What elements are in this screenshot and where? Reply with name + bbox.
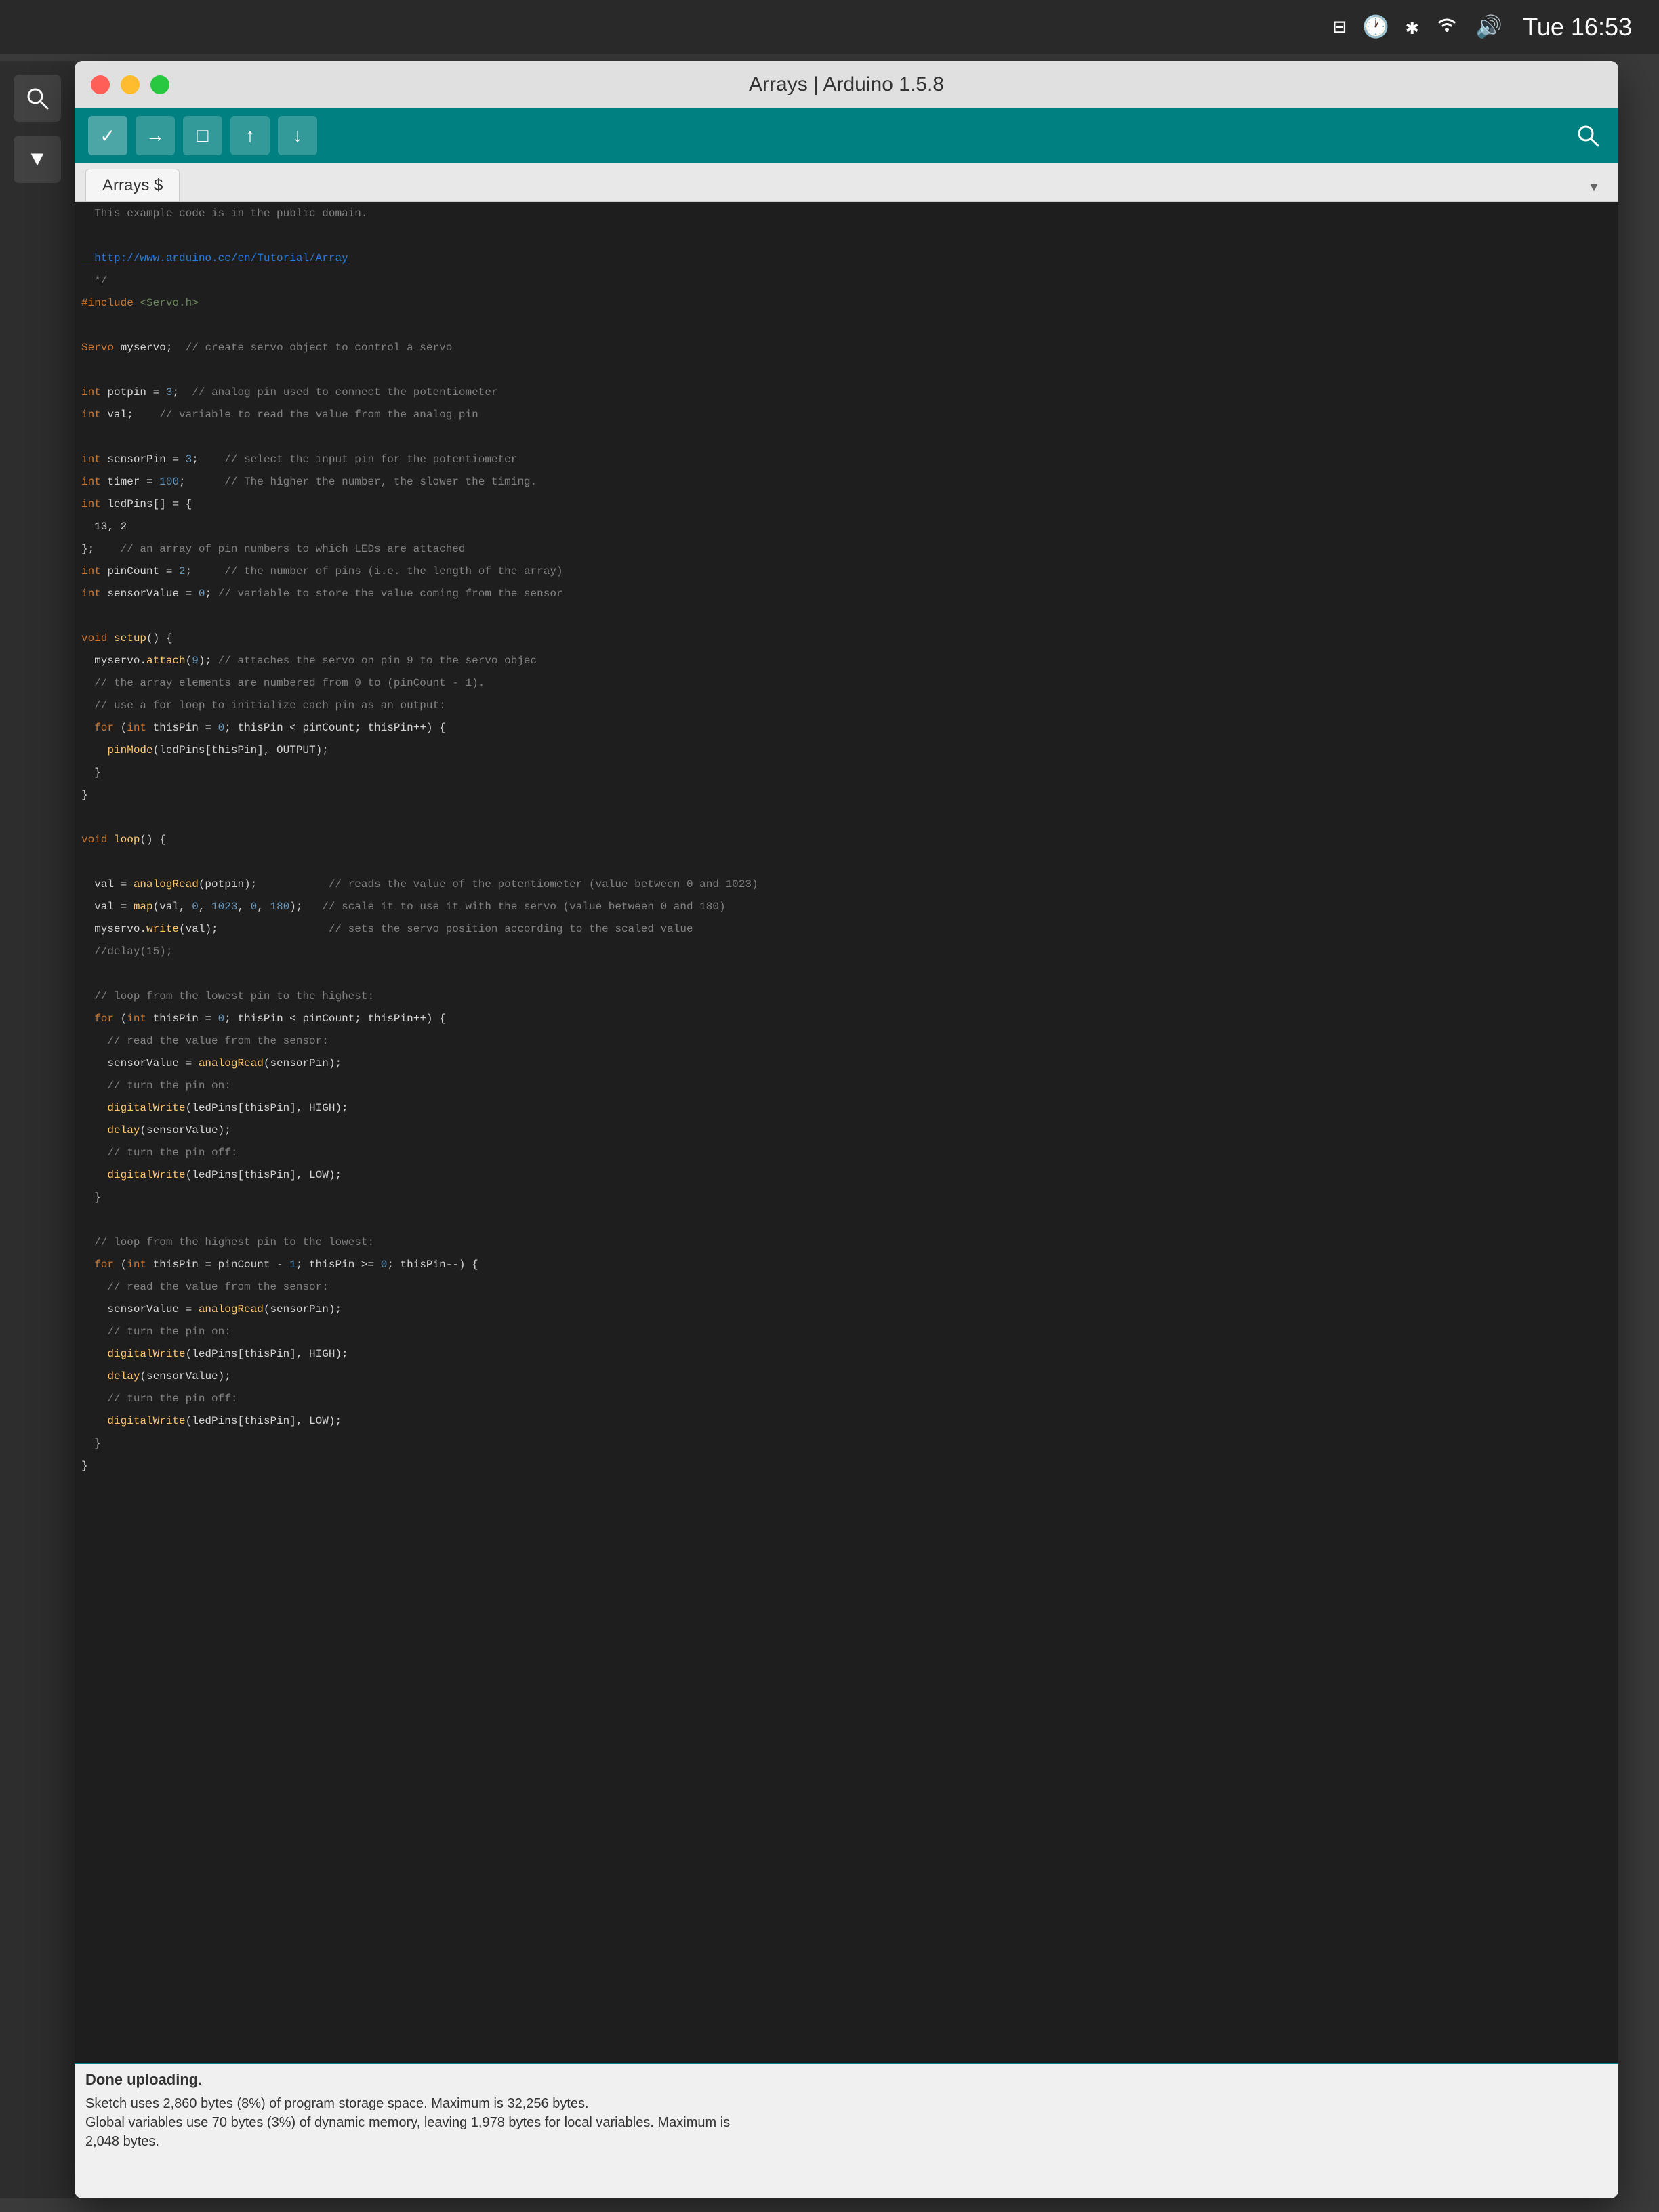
code-line — [75, 1214, 1618, 1236]
code-line: val = map(val, 0, 1023, 0, 180); // scal… — [75, 901, 1618, 923]
console-line2: Global variables use 70 bytes (3%) of dy… — [85, 2113, 1607, 2132]
code-line: 13, 2 — [75, 520, 1618, 543]
code-editor[interactable]: This example code is in the public domai… — [75, 202, 1618, 2063]
console-line1: Sketch uses 2,860 bytes (8%) of program … — [85, 2094, 1607, 2113]
window-title: Arrays | Arduino 1.5.8 — [749, 73, 944, 96]
code-line: delay(sensorValue); — [75, 1124, 1618, 1147]
volume-icon: 🔊 — [1475, 14, 1502, 41]
code-line: sensorValue = analogRead(sensorPin); — [75, 1057, 1618, 1080]
code-line: for (int thisPin = 0; thisPin < pinCount… — [75, 722, 1618, 744]
maximize-button[interactable] — [150, 75, 169, 94]
code-line: #include <Servo.h> — [75, 297, 1618, 319]
new-button[interactable]: □ — [183, 116, 222, 155]
code-line: myservo.write(val); // sets the servo po… — [75, 923, 1618, 945]
save-button[interactable]: ↓ — [278, 116, 317, 155]
code-line: //delay(15); — [75, 945, 1618, 968]
code-line: Servo myservo; // create servo object to… — [75, 342, 1618, 364]
console-status: Done uploading. — [85, 2071, 1607, 2089]
left-panel-arrow[interactable]: ▼ — [14, 136, 61, 183]
code-line: int sensorValue = 0; // variable to stor… — [75, 588, 1618, 610]
verify-button[interactable]: ✓ — [88, 116, 127, 155]
code-line: */ — [75, 274, 1618, 297]
code-line: digitalWrite(ledPins[thisPin], LOW); — [75, 1169, 1618, 1191]
code-line: // loop from the highest pin to the lowe… — [75, 1236, 1618, 1258]
screen-icon: ⊟ — [1333, 14, 1346, 41]
code-line — [75, 364, 1618, 386]
code-line: int val; // variable to read the value f… — [75, 409, 1618, 431]
code-scroll-container[interactable]: This example code is in the public domai… — [75, 202, 1618, 2063]
code-line: val = analogRead(potpin); // reads the v… — [75, 878, 1618, 901]
code-line: // use a for loop to initialize each pin… — [75, 699, 1618, 722]
window-controls — [91, 75, 169, 94]
close-button[interactable] — [91, 75, 110, 94]
code-line: }; // an array of pin numbers to which L… — [75, 543, 1618, 565]
code-line — [75, 431, 1618, 453]
code-line: // turn the pin off: — [75, 1147, 1618, 1169]
code-line: int timer = 100; // The higher the numbe… — [75, 476, 1618, 498]
code-line: This example code is in the public domai… — [75, 207, 1618, 230]
code-line: int ledPins[] = { — [75, 498, 1618, 520]
tab-dropdown-icon[interactable]: ▼ — [1580, 174, 1607, 201]
code-line: myservo.attach(9); // attaches the servo… — [75, 655, 1618, 677]
left-panel-search[interactable] — [14, 75, 61, 122]
code-line — [75, 610, 1618, 632]
code-line: // read the value from the sensor: — [75, 1281, 1618, 1303]
code-line: digitalWrite(ledPins[thisPin], HIGH); — [75, 1348, 1618, 1370]
bluetooth-icon: ✱ — [1406, 14, 1418, 41]
code-line: } — [75, 1191, 1618, 1214]
open-button[interactable]: ↑ — [230, 116, 270, 155]
code-line — [75, 319, 1618, 342]
code-line: int potpin = 3; // analog pin used to co… — [75, 386, 1618, 409]
code-line: } — [75, 1460, 1618, 1482]
code-line: digitalWrite(ledPins[thisPin], HIGH); — [75, 1102, 1618, 1124]
search-icon[interactable] — [1571, 119, 1605, 152]
code-line: for (int thisPin = 0; thisPin < pinCount… — [75, 1012, 1618, 1035]
desktop: ⊟ 🕐 ✱ 🔊 Tue 16:53 ▼ — [0, 0, 1659, 2212]
code-line — [75, 968, 1618, 990]
time-machine-icon: 🕐 — [1362, 14, 1389, 41]
title-bar: Arrays | Arduino 1.5.8 — [75, 61, 1618, 108]
code-line: http://www.arduino.cc/en/Tutorial/Array — [75, 252, 1618, 274]
code-line: // the array elements are numbered from … — [75, 677, 1618, 699]
arrays-tab[interactable]: Arrays $ — [85, 169, 180, 201]
arduino-window: Arrays | Arduino 1.5.8 ✓ → □ ↑ ↓ Arrays … — [75, 61, 1618, 2198]
code-line: int pinCount = 2; // the number of pins … — [75, 565, 1618, 588]
code-line: for (int thisPin = pinCount - 1; thisPin… — [75, 1258, 1618, 1281]
tab-bar: Arrays $ ▼ — [75, 163, 1618, 202]
code-line: digitalWrite(ledPins[thisPin], LOW); — [75, 1415, 1618, 1437]
code-line: pinMode(ledPins[thisPin], OUTPUT); — [75, 744, 1618, 766]
menubar: ⊟ 🕐 ✱ 🔊 Tue 16:53 — [0, 0, 1659, 54]
code-line: // turn the pin on: — [75, 1326, 1618, 1348]
console-line3: 2,048 bytes. — [85, 2132, 1607, 2151]
code-line: } — [75, 1437, 1618, 1460]
code-line: void loop() { — [75, 834, 1618, 856]
upload-button[interactable]: → — [136, 116, 175, 155]
minimize-button[interactable] — [121, 75, 140, 94]
code-line — [75, 811, 1618, 834]
code-line: delay(sensorValue); — [75, 1370, 1618, 1393]
code-line — [75, 856, 1618, 878]
wifi-icon — [1435, 14, 1459, 40]
menubar-icons: ⊟ 🕐 ✱ 🔊 — [1333, 14, 1502, 41]
code-line: void setup() { — [75, 632, 1618, 655]
console-area: Done uploading. Sketch uses 2,860 bytes … — [75, 2063, 1618, 2198]
left-panel: ▼ — [0, 61, 75, 2198]
code-line — [75, 230, 1618, 252]
code-line: // turn the pin off: — [75, 1393, 1618, 1415]
code-line: // read the value from the sensor: — [75, 1035, 1618, 1057]
code-line: } — [75, 766, 1618, 789]
code-line: int sensorPin = 3; // select the input p… — [75, 453, 1618, 476]
code-line: sensorValue = analogRead(sensorPin); — [75, 1303, 1618, 1326]
code-line: // turn the pin on: — [75, 1080, 1618, 1102]
code-line: // loop from the lowest pin to the highe… — [75, 990, 1618, 1012]
toolbar: ✓ → □ ↑ ↓ — [75, 108, 1618, 163]
code-line: } — [75, 789, 1618, 811]
editor-container: This example code is in the public domai… — [75, 202, 1618, 2198]
clock: Tue 16:53 — [1523, 13, 1632, 41]
